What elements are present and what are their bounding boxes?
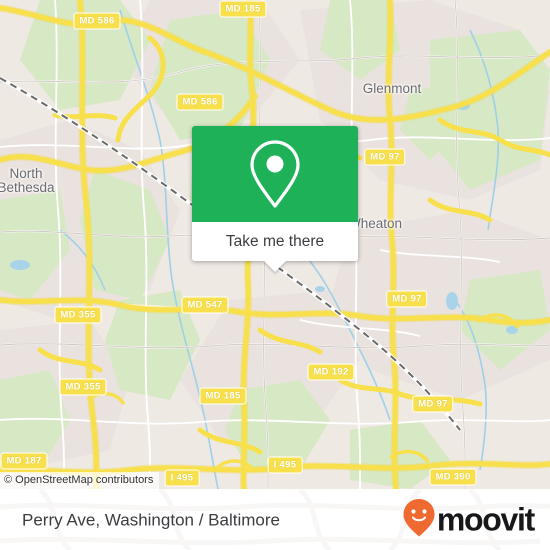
- moovit-logo[interactable]: moovit: [402, 497, 535, 542]
- road-shield-md-586-nw[interactable]: MD 586: [73, 12, 121, 30]
- road-shield-md-185-s[interactable]: MD 185: [199, 387, 247, 405]
- road-shield-md-355-n[interactable]: MD 355: [54, 306, 102, 324]
- bottom-info-bar: Perry Ave, Washington / Baltimore moovit: [0, 489, 550, 550]
- callout-tail: [264, 261, 286, 272]
- osm-attribution[interactable]: © OpenStreetMap contributors: [0, 472, 160, 489]
- road-shield-md-355-s[interactable]: MD 355: [59, 378, 107, 396]
- road-shield-md-185-n[interactable]: MD 185: [219, 0, 267, 18]
- road-shield-md-97-se[interactable]: MD 97: [412, 395, 454, 413]
- road-shield-i-495-w[interactable]: I 495: [164, 469, 200, 487]
- road-shield-md-192[interactable]: MD 192: [307, 363, 355, 381]
- moovit-pin-icon: [402, 497, 436, 542]
- callout-label: Take me there: [225, 232, 325, 250]
- take-me-there-callout[interactable]: Take me there: [192, 126, 358, 272]
- road-shield-md-97-n[interactable]: MD 97: [364, 148, 406, 166]
- road-shield-md-390[interactable]: MD 390: [429, 468, 477, 486]
- road-shield-md-97-e[interactable]: MD 97: [386, 290, 428, 308]
- callout-header: [192, 126, 358, 222]
- road-shield-i-495-c[interactable]: I 495: [267, 456, 303, 474]
- map-pin-icon: [246, 138, 304, 210]
- place-label-north-bethesda: North Bethesda: [0, 166, 55, 195]
- road-shield-md-187[interactable]: MD 187: [0, 452, 48, 470]
- moovit-wordmark: moovit: [436, 501, 535, 538]
- callout-footer[interactable]: Take me there: [192, 222, 358, 272]
- map-canvas[interactable]: North Bethesda Glenmont Wheaton MD 586 M…: [0, 0, 550, 489]
- moovit-map-screenshot: North Bethesda Glenmont Wheaton MD 586 M…: [0, 0, 550, 550]
- road-shield-md-586-c[interactable]: MD 586: [176, 93, 224, 111]
- road-shield-md-547[interactable]: MD 547: [181, 296, 229, 314]
- location-title: Perry Ave, Washington / Baltimore: [22, 510, 280, 529]
- place-label-glenmont: Glenmont: [362, 81, 422, 96]
